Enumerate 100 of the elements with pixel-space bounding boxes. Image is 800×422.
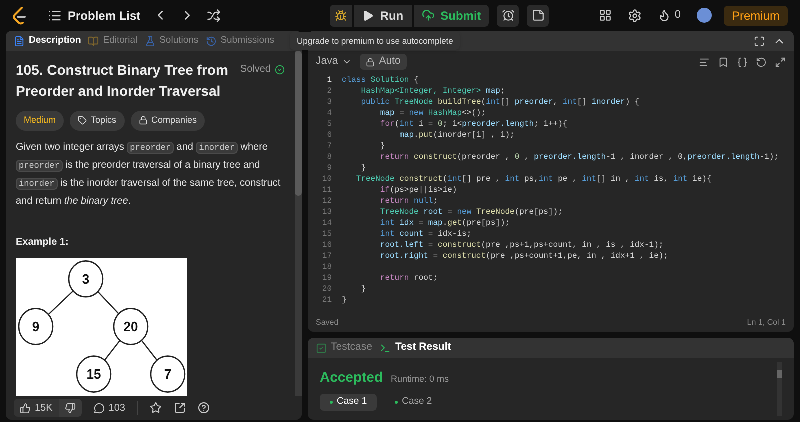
code-line: if(ps>pe||is>ie) bbox=[379, 185, 458, 196]
panel-tab[interactable]: Editorial bbox=[88, 34, 138, 48]
cursor-position: Ln 1, Col 1 bbox=[747, 317, 786, 329]
scrollbar[interactable] bbox=[777, 362, 782, 416]
tag-button[interactable]: Topics bbox=[70, 111, 125, 130]
tree-node: 3 bbox=[68, 260, 104, 298]
settings-icon[interactable] bbox=[628, 8, 642, 22]
panel-tab[interactable]: Description bbox=[14, 34, 82, 48]
bug-icon bbox=[335, 10, 348, 22]
panel-tab[interactable]: Testcase bbox=[316, 340, 372, 356]
shuffle-icon[interactable] bbox=[206, 8, 221, 22]
grid-icon[interactable] bbox=[598, 9, 612, 22]
checkbox-icon bbox=[316, 342, 327, 354]
upload-icon bbox=[422, 9, 435, 22]
line-number: 4 bbox=[326, 108, 332, 119]
code-line: TreeNode construct(int[] pre , int ps,int pe , int[] in , int is, int ie){ bbox=[355, 174, 712, 185]
problem-list-button[interactable]: Problem List bbox=[48, 6, 141, 24]
tree-edge bbox=[98, 290, 120, 314]
fullscreen-icon[interactable] bbox=[754, 36, 765, 46]
alarm-clock-icon bbox=[502, 9, 515, 22]
line-number: 11 bbox=[321, 185, 332, 196]
share-icon[interactable] bbox=[174, 402, 186, 414]
line-number: 8 bbox=[326, 152, 332, 163]
panel-tab[interactable]: Submissions bbox=[206, 34, 275, 48]
problem-title: 105. Construct Binary Tree from Preorder and Inorder Traversal bbox=[16, 61, 230, 101]
code-line: root.right = construct(pre ,ps+count+1,pe, in , idx+1 , ie); bbox=[379, 251, 668, 262]
tag-icon bbox=[78, 116, 88, 126]
line-number: 13 bbox=[321, 207, 332, 218]
thumbs-up-icon bbox=[20, 402, 31, 414]
code-line: map = new HashMap<>(); bbox=[379, 108, 486, 119]
submit-button[interactable]: Submit bbox=[414, 4, 490, 26]
thumbs-down-icon bbox=[64, 402, 76, 414]
line-number: 10 bbox=[321, 174, 332, 185]
play-icon bbox=[362, 10, 374, 22]
line-number: 18 bbox=[321, 262, 332, 273]
tooltip: Upgrade to premium to use autocomplete bbox=[290, 32, 460, 50]
scrollbar[interactable] bbox=[295, 51, 302, 396]
code-line: TreeNode root = new TreeNode(pre[ps]); bbox=[379, 207, 563, 218]
dislike-button[interactable] bbox=[58, 399, 82, 417]
code-line: } bbox=[342, 295, 347, 306]
panel-tab[interactable]: Test Result bbox=[380, 340, 452, 356]
solved-status: Solved bbox=[240, 63, 271, 77]
premium-button[interactable]: Premium bbox=[724, 6, 788, 26]
tree-edge bbox=[48, 290, 74, 315]
code-line: root.left = construct(pre ,ps+1,ps+count, in , is , idx-1); bbox=[379, 240, 664, 251]
code-line: class Solution { bbox=[342, 75, 419, 86]
tab-icon bbox=[88, 36, 100, 46]
example-heading: Example 1: bbox=[16, 236, 70, 250]
reset-icon[interactable] bbox=[756, 56, 767, 68]
language-dropdown[interactable]: Java bbox=[316, 54, 352, 70]
note-icon bbox=[532, 9, 545, 22]
line-number: 9 bbox=[326, 163, 332, 174]
timer-button[interactable] bbox=[497, 4, 520, 26]
notes-button[interactable] bbox=[527, 4, 550, 26]
tab-icon bbox=[144, 36, 156, 46]
tree-node: 7 bbox=[150, 355, 186, 392]
line-number: 6 bbox=[326, 130, 332, 141]
code-line: } bbox=[360, 284, 366, 295]
tree-node: 20 bbox=[113, 308, 149, 345]
auto-button[interactable]: Auto bbox=[360, 54, 407, 70]
code-line: for(int i = 0; i<preorder.length; i++){ bbox=[379, 119, 568, 130]
comment-icon bbox=[94, 402, 105, 414]
star-icon[interactable] bbox=[150, 402, 162, 414]
code-line: } bbox=[360, 163, 366, 174]
expand-icon[interactable] bbox=[775, 56, 786, 68]
line-number: 3 bbox=[326, 97, 332, 108]
case-tab[interactable]: Case 2 bbox=[385, 394, 442, 411]
line-number: 12 bbox=[321, 196, 332, 207]
line-number: 2 bbox=[326, 86, 332, 97]
tag-button[interactable]: Companies bbox=[130, 111, 206, 130]
logo-icon[interactable] bbox=[12, 6, 28, 24]
line-number: 15 bbox=[321, 229, 332, 240]
line-number: 21 bbox=[321, 295, 332, 306]
problem-description: Given two integer arrays preorder and inorder where preorder is the preorder traversal of a binary tree and inorder is the inorder traversal of the same tree, construct and return the binary tree. bbox=[16, 140, 282, 208]
help-icon[interactable] bbox=[198, 402, 210, 414]
streak-count: 0 bbox=[674, 8, 681, 24]
runtime: Runtime: 0 ms bbox=[391, 373, 450, 386]
flame-icon[interactable] bbox=[658, 9, 671, 22]
case-tab[interactable]: Case 1 bbox=[320, 394, 378, 411]
debug-button[interactable] bbox=[330, 4, 352, 26]
lock-icon bbox=[138, 116, 148, 126]
code-line: public TreeNode buildTree(int[] preorder, int[] inorder) { bbox=[360, 97, 640, 108]
lock-icon bbox=[366, 58, 376, 66]
bookmark-icon[interactable] bbox=[718, 56, 729, 68]
line-number: 19 bbox=[321, 273, 332, 284]
list-icon bbox=[48, 8, 62, 22]
code-line: HashMap<Integer, Integer> map; bbox=[360, 86, 506, 97]
panel-tab[interactable]: Solutions bbox=[144, 34, 199, 48]
comments-button[interactable]: 103 bbox=[90, 400, 130, 416]
line-number: 5 bbox=[326, 119, 332, 130]
line-number: 16 bbox=[321, 240, 332, 251]
difficulty-tag[interactable]: Medium bbox=[16, 111, 64, 130]
line-number: 7 bbox=[326, 141, 332, 152]
tree-edge bbox=[141, 340, 158, 360]
code-line: return null; bbox=[379, 196, 438, 207]
line-number: 1 bbox=[326, 75, 332, 86]
run-button[interactable]: Run bbox=[354, 4, 412, 26]
braces-icon[interactable] bbox=[737, 56, 748, 68]
avatar[interactable] bbox=[697, 8, 712, 23]
format-icon[interactable] bbox=[699, 56, 710, 68]
